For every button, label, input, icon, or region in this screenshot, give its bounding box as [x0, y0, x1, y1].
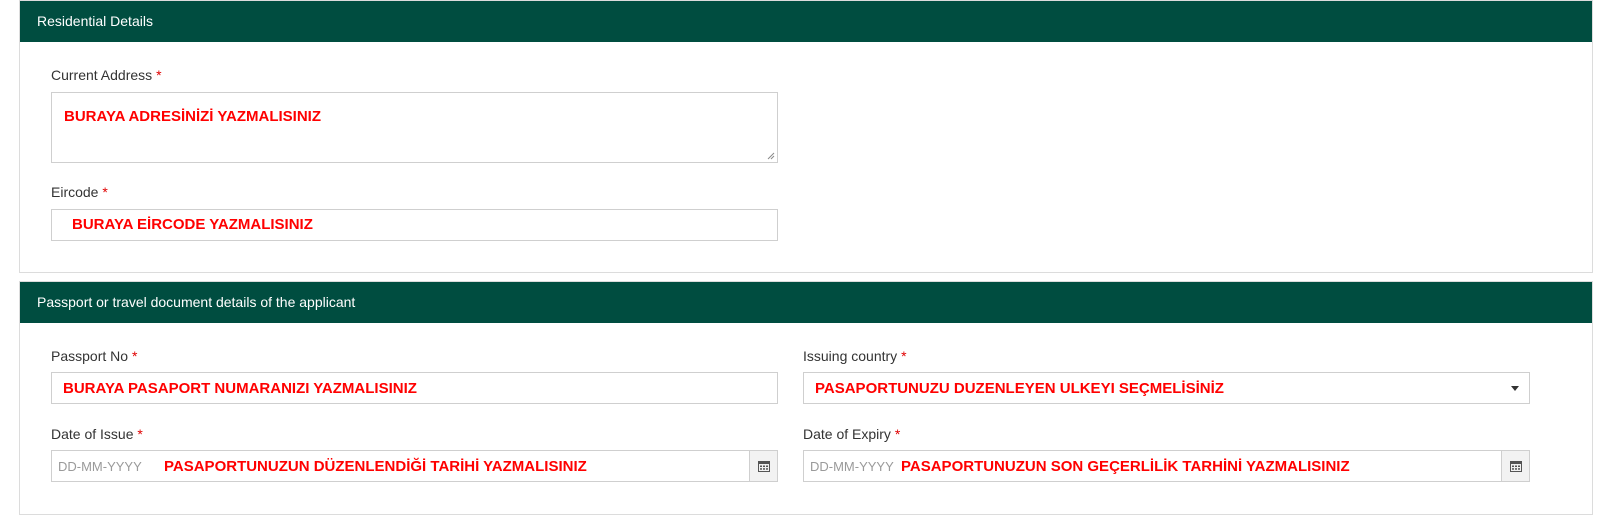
- required-marker: *: [156, 67, 162, 83]
- required-marker: *: [137, 426, 143, 442]
- current-address-label-text: Current Address: [51, 67, 153, 83]
- passport-details-panel: Passport or travel document details of t…: [19, 281, 1593, 515]
- date-of-issue-annotation: PASAPORTUNUZUN DÜZENLENDİĞİ TARİHİ YAZMA…: [164, 458, 587, 475]
- passport-details-header: Passport or travel document details of t…: [20, 282, 1592, 323]
- required-marker: *: [894, 426, 901, 442]
- chevron-down-icon[interactable]: [1511, 386, 1519, 391]
- current-address-textarea[interactable]: BURAYA ADRESİNİZİ YAZMALISINIZ: [51, 92, 778, 163]
- eircode-input[interactable]: BURAYA EİRCODE YAZMALISINIZ: [51, 209, 778, 241]
- date-of-issue-label-text: Date of Issue: [51, 426, 134, 442]
- passport-no-label: Passport No *: [51, 348, 137, 364]
- residential-details-header: Residential Details: [20, 1, 1592, 42]
- passport-no-label-text: Passport No: [51, 348, 129, 364]
- calendar-icon: [1509, 461, 1522, 472]
- passport-no-annotation: BURAYA PASAPORT NUMARANIZI YAZMALISINIZ: [63, 380, 417, 397]
- issuing-country-select[interactable]: PASAPORTUNUZU DUZENLEYEN ULKEYI SEÇMELİS…: [803, 372, 1530, 404]
- required-marker: *: [131, 348, 138, 364]
- required-marker: *: [901, 348, 907, 364]
- date-of-expiry-input[interactable]: DD-MM-YYYY PASAPORTUNUZUN SON GEÇERLİLİK…: [803, 450, 1530, 482]
- date-of-expiry-annotation: PASAPORTUNUZUN SON GEÇERLİLİK TARHİNİ YA…: [901, 458, 1350, 475]
- calendar-icon: [757, 461, 770, 472]
- eircode-label-text: Eircode: [51, 184, 99, 200]
- current-address-label: Current Address *: [51, 67, 162, 83]
- date-of-issue-label: Date of Issue *: [51, 426, 143, 442]
- date-of-expiry-label: Date of Expiry *: [803, 426, 900, 442]
- date-of-issue-placeholder: DD-MM-YYYY: [58, 459, 142, 474]
- passport-no-input[interactable]: BURAYA PASAPORT NUMARANIZI YAZMALISINIZ: [51, 372, 778, 404]
- date-of-issue-calendar-button[interactable]: [749, 451, 777, 481]
- date-of-expiry-calendar-button[interactable]: [1501, 451, 1529, 481]
- current-address-annotation: BURAYA ADRESİNİZİ YAZMALISINIZ: [64, 108, 321, 125]
- date-of-expiry-placeholder: DD-MM-YYYY: [810, 459, 894, 474]
- date-of-issue-input[interactable]: DD-MM-YYYY PASAPORTUNUZUN DÜZENLENDİĞİ T…: [51, 450, 778, 482]
- date-of-expiry-label-text: Date of Expiry: [803, 426, 891, 442]
- issuing-country-label-text: Issuing country: [803, 348, 898, 364]
- required-marker: *: [102, 184, 108, 200]
- issuing-country-label: Issuing country *: [803, 348, 907, 364]
- resize-handle-icon[interactable]: [767, 152, 775, 160]
- eircode-annotation: BURAYA EİRCODE YAZMALISINIZ: [72, 216, 313, 233]
- issuing-country-annotation: PASAPORTUNUZU DUZENLEYEN ULKEYI SEÇMELİS…: [815, 380, 1224, 397]
- eircode-label: Eircode *: [51, 184, 108, 200]
- residential-details-panel: Residential Details Current Address * BU…: [19, 0, 1593, 273]
